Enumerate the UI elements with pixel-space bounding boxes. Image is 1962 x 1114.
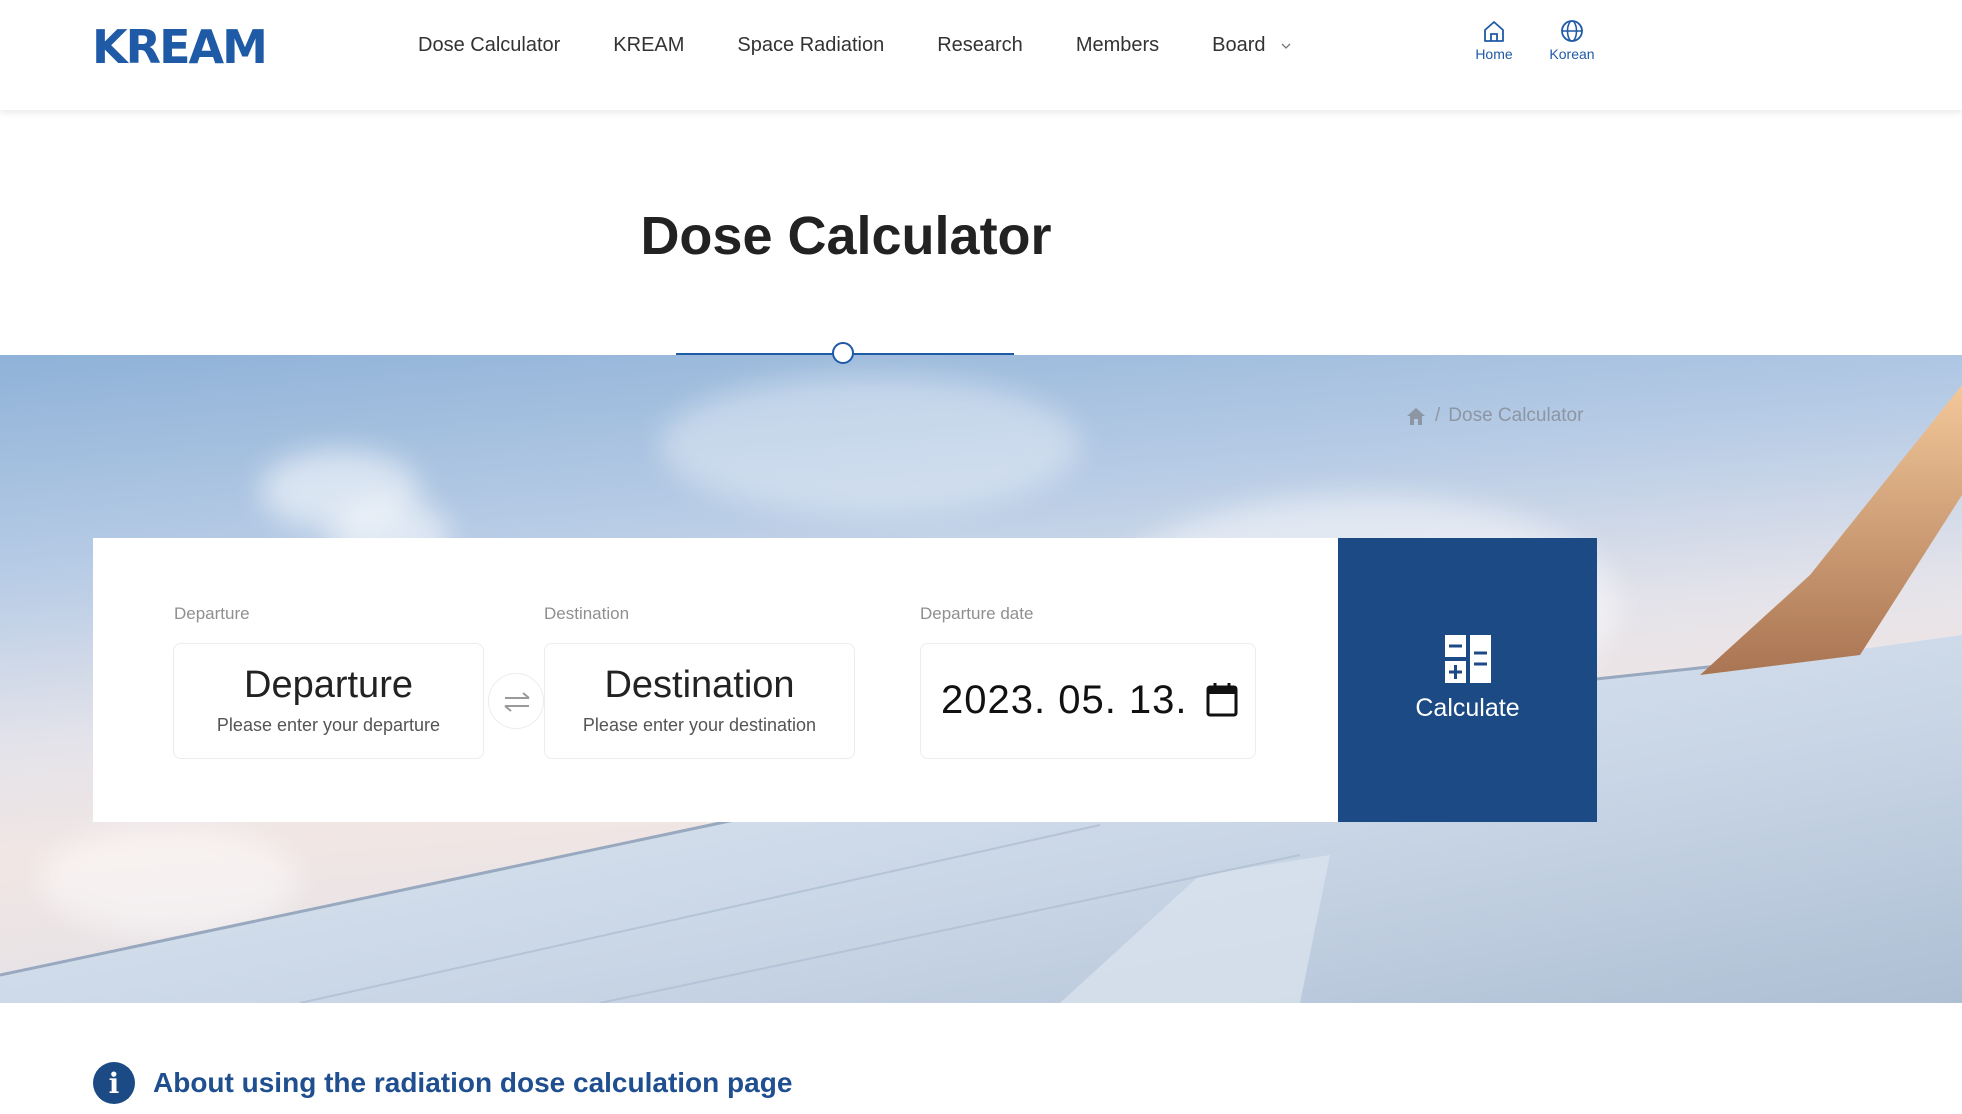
language-link-label: Korean [1549, 46, 1595, 62]
usage-info: i About using the radiation dose calcula… [93, 1062, 792, 1104]
dose-form-card: Departure Departure Please enter your de… [93, 538, 1338, 822]
home-icon [1484, 21, 1504, 42]
calendar-icon[interactable] [1205, 682, 1239, 718]
nav-research[interactable]: Research [937, 34, 1023, 57]
departure-date-value: 2023. 05. 13. [941, 678, 1188, 722]
main-nav: Dose Calculator KREAM Space Radiation Re… [418, 30, 1344, 60]
calculate-label: Calculate [1415, 694, 1520, 722]
departure-hint: Please enter your departure [216, 715, 441, 735]
swap-arrows-icon [504, 692, 530, 712]
info-icon: i [93, 1062, 135, 1104]
nav-members[interactable]: Members [1076, 34, 1159, 57]
swap-button[interactable] [488, 673, 544, 729]
title-divider-dot [832, 342, 854, 364]
breadcrumb-current: Dose Calculator [1448, 405, 1584, 426]
home-link[interactable]: Home [1459, 18, 1529, 62]
calculate-button[interactable]: Calculate [1338, 538, 1597, 822]
kream-logo[interactable]: KREAM [92, 20, 268, 74]
globe-icon [1561, 20, 1583, 42]
breadcrumb-separator: / [1435, 405, 1441, 426]
site-header: KREAM Dose Calculator KREAM Space Radiat… [0, 0, 1962, 110]
nav-dose-calculator[interactable]: Dose Calculator [418, 34, 560, 57]
nav-board-label: Board [1212, 33, 1266, 56]
page-title: Dose Calculator [640, 206, 1052, 266]
chevron-down-icon [1281, 43, 1291, 49]
departure-field[interactable]: Departure Please enter your departure [173, 643, 484, 759]
home-icon[interactable] [1405, 406, 1427, 426]
nav-board[interactable]: Board [1212, 34, 1291, 57]
breadcrumb: / Dose Calculator [1405, 405, 1583, 427]
destination-hint: Please enter your destination [582, 715, 817, 735]
calculator-icon [1445, 635, 1491, 683]
departure-value: Departure [244, 664, 413, 706]
nav-kream[interactable]: KREAM [613, 34, 684, 57]
usage-info-heading[interactable]: About using the radiation dose calculati… [153, 1067, 792, 1099]
nav-space-radiation[interactable]: Space Radiation [737, 34, 884, 57]
home-link-label: Home [1475, 46, 1513, 62]
language-link[interactable]: Korean [1537, 18, 1607, 62]
destination-value: Destination [604, 664, 795, 706]
destination-field[interactable]: Destination Please enter your destinatio… [544, 643, 855, 759]
departure-label: Departure [174, 604, 250, 623]
departure-date-label: Departure date [920, 604, 1034, 623]
destination-label: Destination [544, 604, 630, 623]
departure-date-field[interactable]: 2023. 05. 13. [920, 643, 1256, 759]
